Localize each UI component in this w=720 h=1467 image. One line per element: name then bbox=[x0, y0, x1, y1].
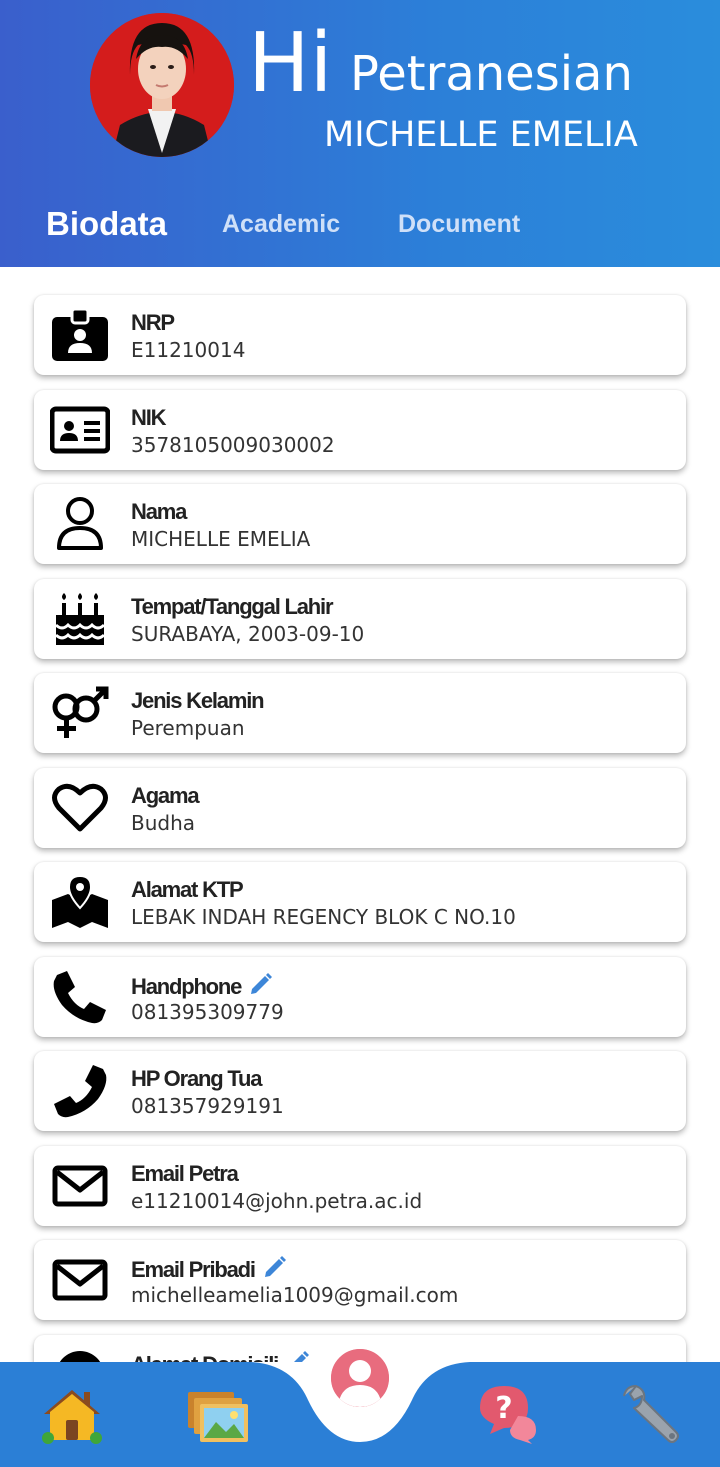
tab-biodata[interactable]: Biodata bbox=[46, 204, 167, 244]
profile-header: Hi Petranesian MICHELLE EMELIA Biodata A… bbox=[0, 0, 720, 267]
field-label: Email Pribadi bbox=[131, 1255, 287, 1283]
biodata-item-nrp: NRP E11210014 bbox=[34, 295, 686, 375]
biodata-item-email-pribadi: Email Pribadi michelleamelia1009@gmail.c… bbox=[34, 1240, 686, 1320]
biodata-list[interactable]: NRP E11210014 NIK 3578105009030002 Nama … bbox=[0, 267, 720, 1362]
tab-academic[interactable]: Academic bbox=[222, 204, 340, 244]
biodata-item-nik: NIK 3578105009030002 bbox=[34, 390, 686, 470]
nav-home[interactable] bbox=[40, 1382, 104, 1446]
edit-pencil-icon[interactable] bbox=[247, 972, 273, 998]
field-value: 3578105009030002 bbox=[131, 433, 335, 457]
field-label: Alamat KTP bbox=[131, 877, 244, 902]
biodata-item-tempat-tanggal-lahir: Tempat/Tanggal Lahir SURABAYA, 2003-09-1… bbox=[34, 579, 686, 659]
gender-icon bbox=[50, 685, 110, 741]
home-icon bbox=[42, 1390, 102, 1444]
edit-pencil-icon[interactable] bbox=[284, 1350, 310, 1362]
tab-document[interactable]: Document bbox=[398, 204, 520, 244]
biodata-item-jenis-kelamin: Jenis Kelamin Perempuan bbox=[34, 673, 686, 753]
biodata-item-alamat-ktp: Alamat KTP LEBAK INDAH REGENCY BLOK C NO… bbox=[34, 862, 686, 942]
field-label: Tempat/Tanggal Lahir bbox=[131, 594, 334, 619]
avatar bbox=[90, 13, 234, 157]
field-value: SURABAYA, 2003-09-10 bbox=[131, 622, 365, 646]
field-value: MICHELLE EMELIA bbox=[131, 527, 311, 551]
field-value: E11210014 bbox=[131, 338, 246, 362]
home-location-icon bbox=[50, 1347, 110, 1362]
biodata-item-nama: Nama MICHELLE EMELIA bbox=[34, 484, 686, 564]
nav-help[interactable]: ? bbox=[476, 1382, 540, 1446]
edit-pencil-icon[interactable] bbox=[261, 1255, 287, 1281]
nav-gallery[interactable] bbox=[186, 1382, 250, 1446]
profile-icon bbox=[331, 1349, 389, 1407]
greeting-text: Hi bbox=[248, 16, 333, 111]
field-label-text: Handphone bbox=[131, 974, 242, 999]
field-value: e11210014@john.petra.ac.id bbox=[131, 1189, 423, 1213]
field-label: Nama bbox=[131, 499, 187, 524]
phone-icon bbox=[50, 969, 110, 1025]
nav-profile[interactable] bbox=[328, 1346, 392, 1410]
field-label-text: Alamat Domisili bbox=[131, 1352, 279, 1362]
nav-settings[interactable] bbox=[618, 1382, 682, 1446]
field-value: 081395309779 bbox=[131, 1000, 284, 1024]
field-label: HP Orang Tua bbox=[131, 1066, 262, 1091]
field-label: Jenis Kelamin bbox=[131, 688, 265, 713]
svg-text:?: ? bbox=[495, 1391, 512, 1426]
student-name: MICHELLE EMELIA bbox=[324, 115, 638, 155]
field-value: 081357929191 bbox=[131, 1094, 284, 1118]
field-value: michelleamelia1009@gmail.com bbox=[131, 1283, 459, 1307]
biodata-item-handphone: Handphone 081395309779 bbox=[34, 957, 686, 1037]
field-value: LEBAK INDAH REGENCY BLOK C NO.10 bbox=[131, 905, 516, 929]
phone-icon bbox=[50, 1063, 110, 1119]
field-label: Alamat Domisili bbox=[131, 1350, 310, 1362]
field-label: Agama bbox=[131, 783, 200, 808]
biodata-item-hp-orang-tua: HP Orang Tua 081357929191 bbox=[34, 1051, 686, 1131]
envelope-icon bbox=[50, 1158, 110, 1214]
envelope-icon bbox=[50, 1252, 110, 1308]
biodata-item-agama: Agama Budha bbox=[34, 768, 686, 848]
map-location-icon bbox=[50, 874, 110, 930]
field-value: Budha bbox=[131, 811, 196, 835]
id-card-icon bbox=[50, 402, 110, 458]
field-label: NRP bbox=[131, 310, 175, 335]
help-chat-icon: ? bbox=[480, 1386, 536, 1444]
heart-icon bbox=[50, 780, 110, 836]
id-badge-icon bbox=[50, 307, 110, 363]
field-label: Email Petra bbox=[131, 1161, 239, 1186]
birthday-cake-icon bbox=[50, 591, 110, 647]
field-label-text: Email Pribadi bbox=[131, 1257, 256, 1282]
user-icon bbox=[50, 496, 110, 552]
biodata-item-email-petra: Email Petra e11210014@john.petra.ac.id bbox=[34, 1146, 686, 1226]
field-value: Perempuan bbox=[131, 716, 245, 740]
greeting-subtitle: Petranesian bbox=[350, 46, 633, 102]
field-label: Handphone bbox=[131, 972, 273, 1000]
gallery-icon bbox=[188, 1392, 248, 1442]
wrench-icon bbox=[623, 1385, 679, 1443]
field-label: NIK bbox=[131, 405, 167, 430]
